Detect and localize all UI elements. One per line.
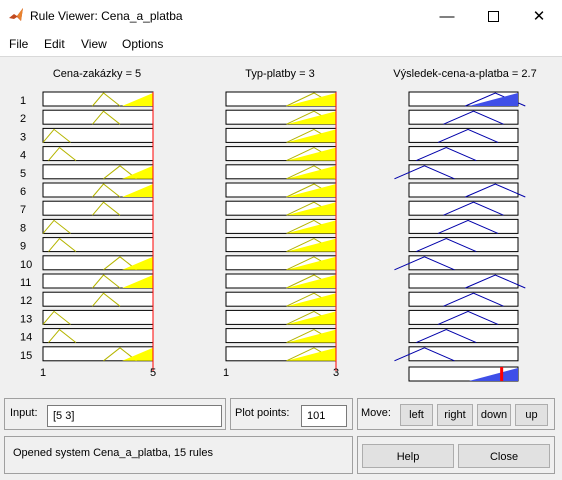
rule-number: 11: [20, 277, 31, 289]
rule-plot-box: [408, 291, 519, 307]
rule-number: 2: [20, 113, 26, 125]
rule-plot-box: [408, 182, 519, 198]
rule-plot-box: [42, 309, 154, 325]
close-window-button[interactable]: ✕: [516, 0, 562, 32]
plot-points-field[interactable]: 101: [301, 405, 347, 427]
rule-number: 8: [20, 222, 26, 234]
menu-options[interactable]: Options: [122, 37, 163, 51]
move-panel: Move: left right down up: [357, 398, 555, 430]
input-field[interactable]: [5 3]: [47, 405, 222, 427]
rule-plot-box: [408, 200, 519, 216]
plot-points-panel: Plot points: 101: [230, 398, 353, 430]
rule-plot-box: [408, 237, 519, 253]
rule-plot-box: [408, 164, 519, 180]
menu-file[interactable]: File: [9, 37, 28, 51]
move-down-button[interactable]: down: [477, 404, 511, 426]
rule-number: 10: [20, 259, 32, 271]
move-up-button[interactable]: up: [515, 404, 548, 426]
rule-number: 15: [20, 350, 32, 362]
window-title: Rule Viewer: Cena_a_platba: [30, 9, 183, 23]
rule-plot-box: [408, 273, 519, 289]
rule-plot-box: [42, 218, 154, 234]
axis-tick-label: 5: [150, 367, 156, 379]
rule-number: 9: [20, 241, 26, 253]
input-label: Input:: [10, 407, 38, 419]
rule-number: 14: [20, 332, 32, 344]
rule-plot-box: [408, 218, 519, 234]
rule-plot-box: [408, 109, 519, 125]
rule-plot-box: [42, 328, 154, 344]
matlab-icon: [9, 8, 23, 21]
status-text: Opened system Cena_a_platba, 15 rules: [13, 447, 213, 459]
move-label: Move:: [361, 407, 391, 419]
rule-number: 3: [20, 131, 26, 143]
menu-edit[interactable]: Edit: [44, 37, 65, 51]
defuzzified-value-marker: [500, 367, 504, 381]
rule-number: 13: [20, 313, 32, 325]
rule-number: 4: [20, 150, 26, 162]
rule-plot-box: [408, 146, 519, 162]
rule-number: 6: [20, 186, 26, 198]
close-button[interactable]: Close: [458, 444, 550, 468]
move-left-button[interactable]: left: [400, 404, 433, 426]
rule-plot-box: [408, 346, 519, 362]
maximize-button[interactable]: [470, 0, 516, 32]
close-icon: ✕: [532, 8, 546, 25]
axis-tick-label: 3: [333, 367, 339, 379]
rule-number: 12: [20, 295, 32, 307]
menu-bar: File Edit View Options: [0, 32, 562, 56]
rule-number: 5: [20, 168, 26, 180]
rule-plot-box: [408, 309, 519, 325]
rule-plot-box: [42, 237, 154, 253]
axis-tick-label: 1: [223, 367, 229, 379]
maximize-icon: [487, 10, 499, 22]
menu-view[interactable]: View: [81, 37, 107, 51]
rule-plot-box: [42, 127, 154, 143]
rule-plot-box: [408, 328, 519, 344]
rule-plot-box: [408, 255, 519, 271]
status-panel: Opened system Cena_a_platba, 15 rules: [4, 436, 353, 474]
plot-points-label: Plot points:: [235, 407, 290, 419]
minimize-button[interactable]: —: [424, 0, 470, 32]
move-right-button[interactable]: right: [437, 404, 473, 426]
action-panel: Help Close: [357, 436, 555, 474]
rule-number: 7: [20, 204, 26, 216]
minimize-icon: —: [439, 7, 455, 25]
title-bar: Rule Viewer: Cena_a_platba — ✕: [0, 0, 562, 32]
rule-plot-box: [408, 127, 519, 143]
help-button[interactable]: Help: [362, 444, 454, 468]
input-panel: Input: [5 3]: [4, 398, 226, 430]
rule-plots[interactable]: 1234567891011121314151 5 1 3: [0, 57, 562, 397]
rule-plot-box: [42, 146, 154, 162]
rule-number: 1: [20, 95, 26, 107]
axis-tick-label: 1: [40, 367, 46, 379]
